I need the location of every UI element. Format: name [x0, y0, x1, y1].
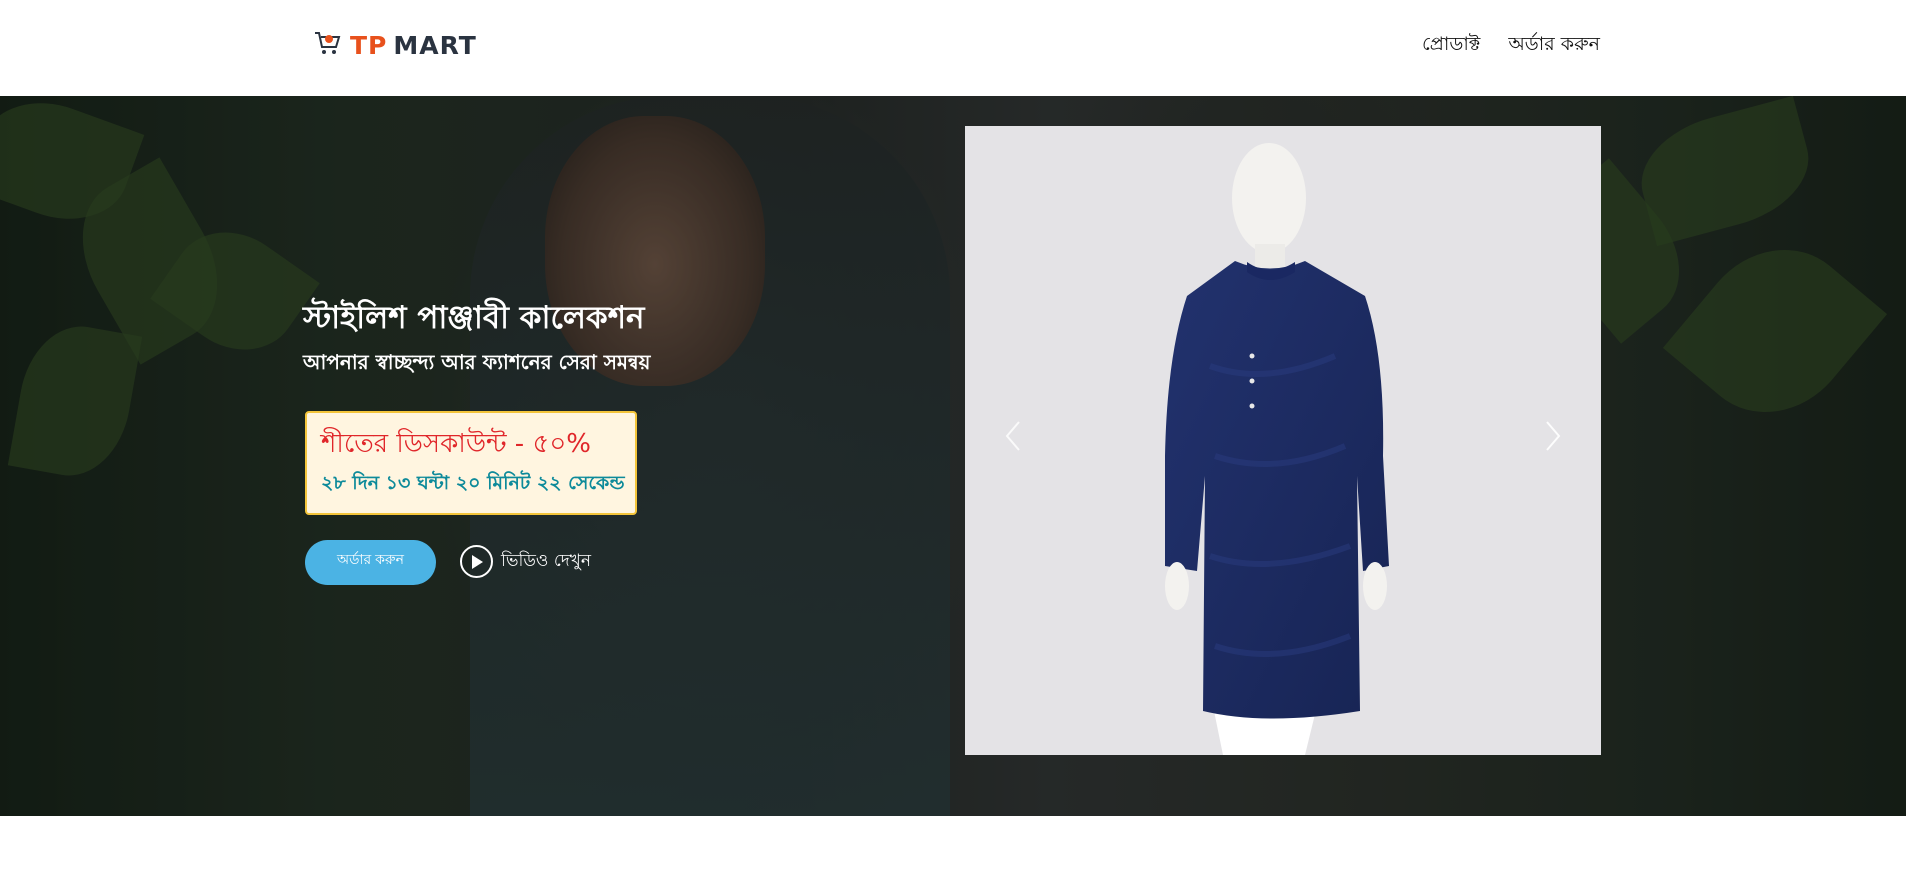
logo-tp: TP [350, 30, 388, 60]
carousel-prev-button[interactable] [999, 416, 1029, 456]
nav-products-link[interactable]: প্রোডাক্ট [1422, 30, 1480, 62]
order-button[interactable]: অর্ডার করুন [305, 540, 436, 585]
nav-order-link[interactable]: অর্ডার করুন [1508, 30, 1600, 62]
chevron-left-icon [1005, 421, 1020, 451]
cart-icon [314, 30, 342, 60]
discount-banner: শীতের ডিসকাউন্ট - ৫০% ২৮ দিন ১৩ ঘন্টা ২০… [305, 411, 637, 515]
hero-overlay [0, 96, 1906, 816]
logo-mart: MART [393, 30, 477, 60]
hero-section: স্টাইলিশ পাঞ্জাবী কালেকশন আপনার স্বাচ্ছন… [0, 96, 1906, 816]
hero-title: স্টাইলিশ পাঞ্জাবী কালেকশন [303, 300, 645, 336]
chevron-right-icon [1546, 421, 1561, 451]
next-section [0, 816, 1906, 874]
hero-subtitle: আপনার স্বাচ্ছন্দ্য আর ফ্যাশনের সেরা সমন্… [303, 350, 651, 374]
watch-video-label: ভিডিও দেখুন [501, 550, 591, 571]
product-carousel [965, 126, 1601, 755]
main-nav: প্রোডাক্ট অর্ডার করুন [1422, 30, 1600, 62]
countdown-timer: ২৮ দিন ১৩ ঘন্টা ২০ মিনিট ২২ সেকেন্ড [321, 472, 625, 494]
site-header: TP MART প্রোডাক্ট অর্ডার করুন [0, 0, 1906, 96]
watch-video-link[interactable]: ভিডিও দেখুন [460, 545, 591, 578]
logo[interactable]: TP MART [314, 30, 477, 60]
discount-title: শীতের ডিসকাউন্ট - ৫০% [321, 429, 591, 459]
panjabi-product-image [1165, 143, 1389, 755]
play-icon [460, 545, 493, 578]
carousel-next-button[interactable] [1537, 416, 1567, 456]
